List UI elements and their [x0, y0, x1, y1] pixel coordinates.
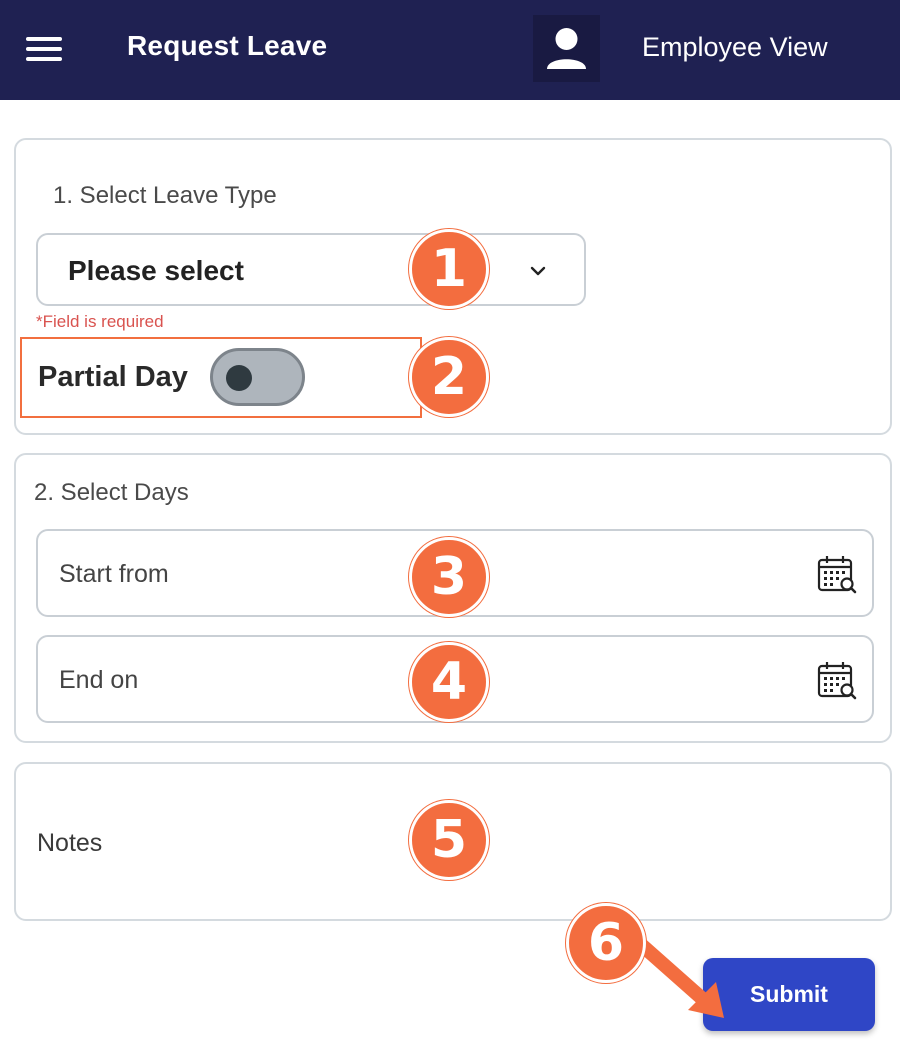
start-date-label: Start from	[59, 560, 169, 588]
calendar-search-icon[interactable]	[816, 659, 858, 701]
end-date-label: End on	[59, 666, 139, 694]
leave-type-select-value: Please select	[68, 255, 244, 286]
employee-view-label[interactable]: Employee View	[642, 32, 828, 63]
toggle-knob	[226, 365, 252, 391]
page-title: Request Leave	[127, 30, 328, 61]
callout-badge-6: 6	[566, 903, 646, 983]
calendar-search-icon[interactable]	[816, 553, 858, 595]
required-field-note: *Field is required	[36, 312, 164, 331]
partial-day-highlight: Partial Day	[20, 337, 422, 418]
callout-badge-1: 1	[409, 229, 489, 309]
callout-badge-4: 4	[409, 642, 489, 722]
callout-badge-2: 2	[409, 337, 489, 417]
app-header: Request Leave Employee View	[0, 0, 900, 100]
menu-icon[interactable]	[26, 34, 64, 64]
callout-badge-3: 3	[409, 537, 489, 617]
partial-day-label: Partial Day	[38, 361, 188, 393]
user-icon	[547, 28, 586, 69]
partial-day-toggle[interactable]	[210, 348, 305, 406]
avatar[interactable]	[533, 15, 600, 82]
leave-type-select[interactable]: Please select	[36, 233, 586, 306]
select-days-section-label: 2. Select Days	[34, 479, 189, 506]
notes-label: Notes	[37, 829, 103, 857]
leave-type-section-label: 1. Select Leave Type	[53, 182, 277, 209]
chevron-down-icon	[530, 266, 546, 276]
callout-badge-5: 5	[409, 800, 489, 880]
